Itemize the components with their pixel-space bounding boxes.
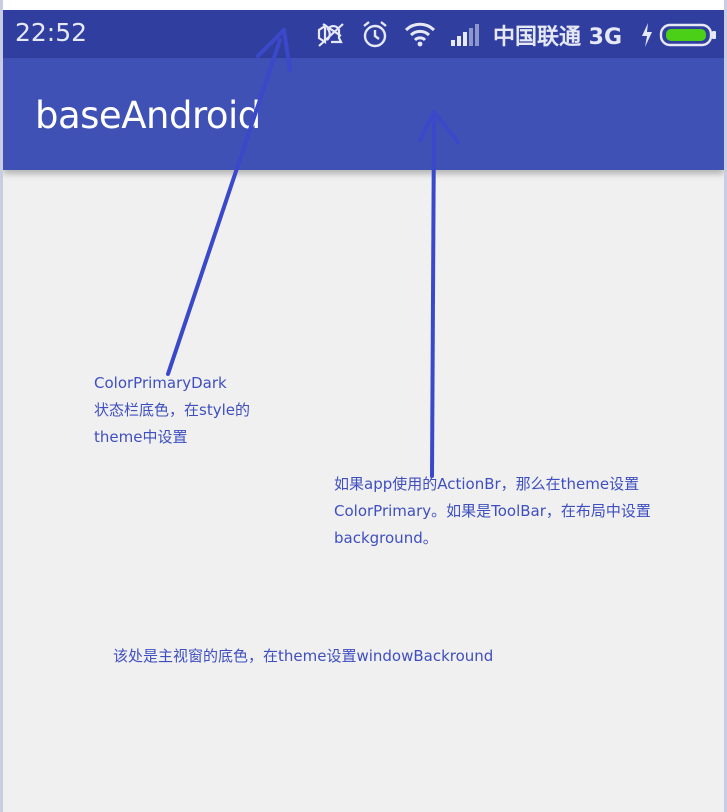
phone-screen: 22:52 中国联通 3G baseAndroid ColorPrimaryDa…: [0, 0, 727, 812]
window-background-annotation: 该处是主视窗的底色，在theme设置windowBackround: [113, 643, 493, 670]
status-clock: 22:52: [15, 18, 88, 47]
signal-icon: [449, 20, 483, 54]
toolbar: baseAndroid: [3, 58, 724, 170]
wifi-icon: [403, 20, 437, 54]
status-bar-annotation: ColorPrimaryDark 状态栏底色，在style的 theme中设置: [94, 370, 250, 451]
battery-icon: [659, 20, 719, 54]
annotation-line: 状态栏底色，在style的: [94, 401, 250, 419]
top-strip: [3, 0, 724, 10]
annotation-line: theme中设置: [94, 428, 188, 446]
status-bar: 22:52 中国联通 3G: [3, 10, 724, 58]
annotation-line: ColorPrimary。如果是ToolBar，在布局中设置: [334, 502, 651, 520]
app-title: baseAndroid: [35, 94, 261, 137]
annotation-line: background。: [334, 529, 438, 547]
charging-icon: [639, 20, 655, 54]
alarm-icon: [361, 20, 389, 54]
annotation-line: ColorPrimaryDark: [94, 374, 227, 392]
carrier-label: 中国联通 3G: [493, 25, 623, 50]
annotation-line: 如果app使用的ActionBr，那么在theme设置: [334, 475, 640, 493]
annotation-line: 该处是主视窗的底色，在theme设置windowBackround: [113, 647, 494, 665]
toolbar-annotation: 如果app使用的ActionBr，那么在theme设置 ColorPrimary…: [334, 471, 651, 552]
mute-icon: [315, 20, 347, 54]
